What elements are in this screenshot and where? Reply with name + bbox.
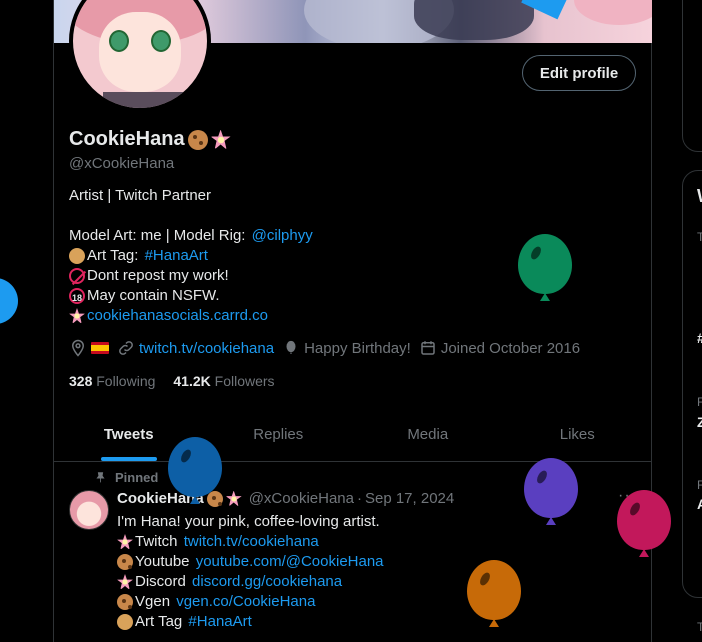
tweet-text: I'm Hana! your pink, coffee-loving artis…: [117, 513, 380, 530]
right-trend-char: T: [697, 620, 702, 634]
tweet-date[interactable]: Sep 17, 2024: [365, 490, 454, 507]
cookie-icon: [117, 554, 133, 570]
tweet-handle[interactable]: @xCookieHana: [249, 490, 354, 507]
prohibited-icon: [69, 268, 85, 284]
tweet-link-url[interactable]: vgen.co/CookieHana: [176, 592, 315, 612]
follow-stats: 328 Following 41.2K Followers: [69, 373, 275, 389]
location-icon: [71, 339, 85, 357]
tweet-link-url[interactable]: discord.gg/cookiehana: [192, 572, 342, 592]
flower-icon: [210, 129, 231, 150]
profile-column: Edit profile CookieHana @xCookieHana Art…: [53, 0, 652, 642]
tweet-link-label: Art Tag: [135, 613, 187, 630]
spain-flag-icon: [91, 342, 109, 354]
right-trend-char[interactable]: F: [697, 395, 702, 409]
tweet-header: CookieHana @xCookieHana · Sep 17, 2024: [117, 490, 454, 507]
palette-icon: [117, 614, 133, 630]
bio-line: Model Art: me | Model Rig:: [69, 227, 250, 244]
pinned-label: Pinned: [94, 470, 158, 485]
balloon-icon: [518, 234, 572, 294]
right-card-title: W: [697, 186, 702, 207]
carrd-link[interactable]: cookiehanasocials.carrd.co: [87, 306, 268, 326]
profile-handle: @xCookieHana: [69, 155, 175, 172]
pin-icon: [96, 472, 105, 483]
tweet-avatar[interactable]: [69, 490, 109, 530]
bio-line: Art Tag:: [87, 247, 143, 264]
link-icon: [119, 341, 133, 355]
pinned-text: Pinned: [115, 470, 159, 485]
flower-icon: [69, 308, 85, 324]
hashtag-link[interactable]: #HanaArt: [145, 246, 208, 266]
no-under-18-icon: 18: [69, 288, 85, 304]
flower-icon: [225, 490, 242, 507]
tweet-link-label: Vgen: [135, 593, 175, 610]
tab-replies[interactable]: Replies: [204, 410, 354, 461]
palette-icon: [69, 248, 85, 264]
birthday-text: Happy Birthday!: [304, 339, 411, 357]
calendar-icon: [421, 341, 435, 355]
right-trend-char[interactable]: Z: [697, 414, 702, 430]
right-trend-char[interactable]: F: [697, 478, 702, 492]
bio-line: Dont repost my work!: [87, 267, 229, 284]
balloon-icon: [168, 437, 222, 497]
flower-icon: [117, 534, 133, 550]
tab-likes[interactable]: Likes: [503, 410, 653, 461]
profile-url-link[interactable]: twitch.tv/cookiehana: [139, 340, 274, 357]
tweet-link-url[interactable]: youtube.com/@CookieHana: [196, 552, 384, 572]
right-card-top: [682, 0, 702, 152]
bio-line: Artist | Twitch Partner: [69, 187, 211, 204]
profile-bio: Artist | Twitch Partner Model Art: me | …: [69, 186, 313, 326]
joined-text: Joined October 2016: [440, 339, 581, 357]
tweet-link-label: Youtube: [135, 553, 194, 570]
tweet-body: I'm Hana! your pink, coffee-loving artis…: [117, 512, 384, 632]
balloon-icon: [524, 458, 578, 518]
tab-media[interactable]: Media: [353, 410, 503, 461]
right-trend-char[interactable]: #: [697, 330, 702, 346]
compose-fab-button[interactable]: [0, 278, 18, 324]
tweet-link-url[interactable]: twitch.tv/cookiehana: [184, 532, 319, 552]
tweet-link-url[interactable]: #HanaArt: [188, 612, 251, 632]
right-trend-char[interactable]: T: [697, 230, 702, 244]
following-link[interactable]: 328 Following: [69, 373, 155, 389]
bio-line: May contain NSFW.: [87, 287, 220, 304]
edit-profile-button[interactable]: Edit profile: [522, 55, 636, 91]
mention-link[interactable]: @cilphyy: [252, 226, 313, 246]
balloon-icon: [286, 340, 296, 354]
balloon-icon: [467, 560, 521, 620]
tweet-link-label: Discord: [135, 573, 191, 590]
tweet-link-label: Twitch: [135, 533, 182, 550]
tweet-separator: ·: [356, 490, 362, 507]
cookie-icon: [187, 129, 208, 150]
profile-avatar[interactable]: [69, 0, 211, 112]
profile-meta: twitch.tv/cookiehana Happy Birthday! Joi…: [69, 339, 580, 357]
flower-icon: [117, 574, 133, 590]
profile-name: CookieHana: [69, 128, 231, 151]
right-trend-char[interactable]: A: [697, 496, 702, 512]
balloon-icon: [617, 490, 671, 550]
profile-tabs: Tweets Replies Media Likes: [54, 410, 652, 462]
followers-link[interactable]: 41.2K Followers: [173, 373, 274, 389]
cookie-icon: [117, 594, 133, 610]
profile-name-text: CookieHana: [69, 128, 185, 150]
